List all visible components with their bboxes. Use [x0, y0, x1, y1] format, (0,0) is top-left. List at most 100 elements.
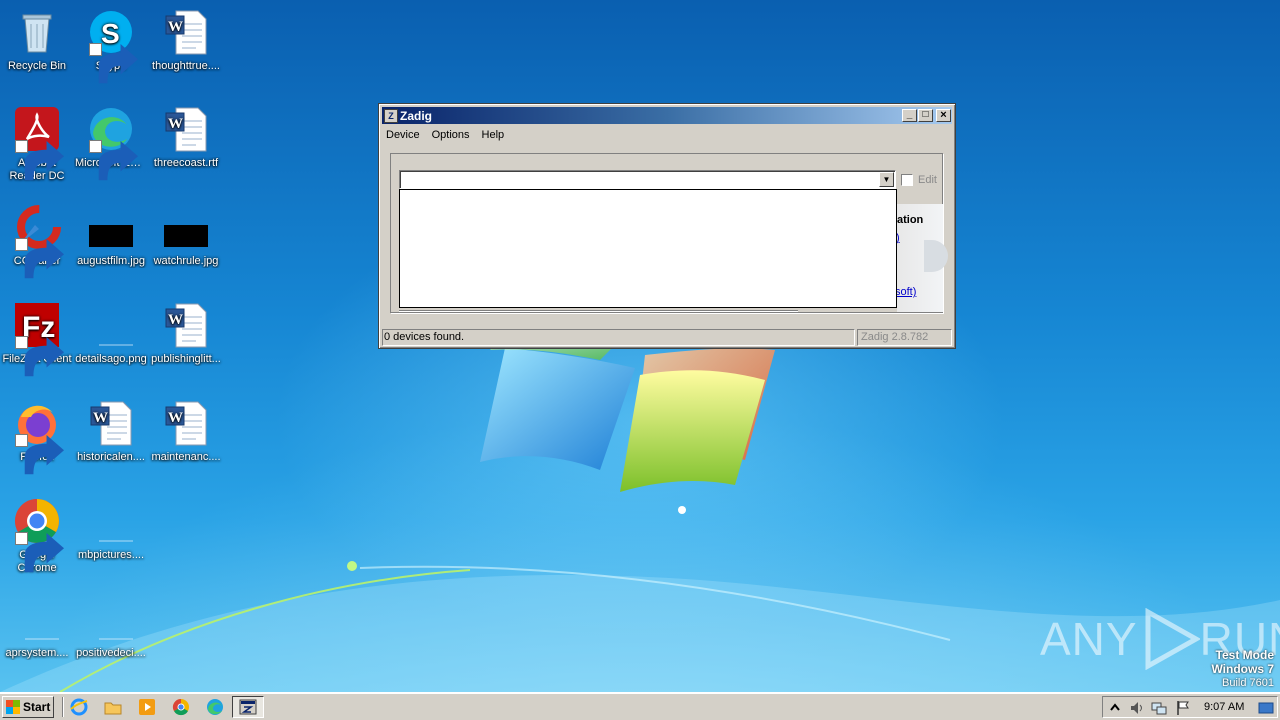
- zadig-window: Z Zadig _ □ × Device Options Help ation …: [378, 103, 956, 349]
- blank-file-icon: [87, 497, 135, 545]
- title-bar[interactable]: Z Zadig _ □ ×: [382, 107, 952, 124]
- desktop-icon-skype[interactable]: S Skype: [74, 8, 148, 84]
- desktop-icon-publishinglitt[interactable]: W publishinglitt...: [149, 301, 223, 366]
- desktop-icon-label: historicalen....: [77, 451, 145, 463]
- desktop-icon-firefox[interactable]: Firefox: [0, 399, 74, 475]
- zadig-taskbar-button[interactable]: [232, 696, 264, 718]
- shortcut-arrow-icon: [15, 532, 64, 573]
- image-file-icon: [87, 301, 135, 349]
- filezilla-icon: Fz: [13, 301, 64, 377]
- build-number-line: Build 7601: [1222, 677, 1274, 689]
- shortcut-arrow-icon: [89, 140, 138, 181]
- edge-taskbar-icon[interactable]: [206, 698, 224, 716]
- start-button[interactable]: Start: [2, 696, 54, 718]
- desktop-icon-threecoast[interactable]: W threecoast.rtf: [149, 105, 223, 170]
- menu-device[interactable]: Device: [382, 129, 424, 141]
- combo-dropdown-arrow[interactable]: ▼: [879, 172, 894, 187]
- device-select-combo[interactable]: ▼: [399, 170, 896, 189]
- svg-text:W: W: [168, 19, 183, 35]
- svg-text:W: W: [168, 312, 183, 328]
- image-file-icon: [87, 203, 135, 251]
- windows-version-line: Windows 7: [1211, 662, 1274, 676]
- shortcut-arrow-icon: [15, 434, 64, 475]
- desktop-icon-label: publishinglitt...: [151, 353, 221, 365]
- window-title: Zadig: [400, 108, 432, 123]
- status-version: Zadig 2.8.782: [857, 329, 952, 346]
- word-document-icon: W: [162, 8, 210, 56]
- blank-file-icon: [13, 595, 61, 643]
- network-icon[interactable]: [1151, 700, 1167, 716]
- shortcut-arrow-icon: [15, 238, 64, 279]
- shortcut-arrow-icon: [15, 140, 64, 181]
- file-explorer-icon[interactable]: [104, 698, 122, 716]
- word-document-icon: W: [162, 301, 210, 349]
- taskbar-separator: [62, 697, 64, 717]
- menu-bar: Device Options Help: [382, 126, 952, 144]
- media-player-icon[interactable]: [138, 698, 156, 716]
- system-tray: 9:07 AM: [1102, 696, 1278, 718]
- zadig-app-icon: [239, 699, 257, 715]
- close-button[interactable]: ×: [936, 109, 951, 122]
- desktop-icon-historicalen[interactable]: W historicalen....: [74, 399, 148, 464]
- svg-text:W: W: [93, 410, 108, 426]
- skype-icon: S: [87, 8, 138, 84]
- desktop-icon-mbpictures[interactable]: mbpictures....: [74, 497, 148, 562]
- action-center-flag-icon[interactable]: [1175, 700, 1191, 716]
- desktop-icon-aprsystem[interactable]: aprsystem....: [0, 595, 74, 660]
- edge-icon: [87, 105, 138, 181]
- status-device-count: 0 devices found.: [382, 329, 855, 346]
- desktop-icon-watchrule[interactable]: watchrule.jpg: [149, 203, 223, 268]
- desktop-icon-chrome[interactable]: Google Chrome: [0, 497, 74, 575]
- desktop-icon-filezilla[interactable]: Fz FileZilla Client: [0, 301, 74, 377]
- volume-icon[interactable]: [1129, 700, 1145, 716]
- desktop-icon-maintenanc[interactable]: W maintenanc....: [149, 399, 223, 464]
- word-document-icon: W: [162, 105, 210, 153]
- shortcut-arrow-icon: [15, 336, 64, 377]
- desktop-icon-recycle-bin[interactable]: Recycle Bin: [0, 8, 74, 73]
- desktop-icon-label: detailsago.png: [75, 353, 147, 365]
- desktop-icon-edge[interactable]: Microsoft Edge: [74, 105, 148, 181]
- windows-flag-icon: [6, 700, 20, 714]
- menu-help[interactable]: Help: [478, 129, 509, 141]
- clock[interactable]: 9:07 AM: [1204, 701, 1244, 713]
- driver-info-heading: ation: [897, 214, 924, 226]
- menu-options[interactable]: Options: [428, 129, 474, 141]
- edit-checkbox[interactable]: Edit: [901, 174, 937, 186]
- image-file-icon: [162, 203, 210, 251]
- start-label: Start: [23, 700, 51, 714]
- chrome-icon: [13, 497, 64, 573]
- desktop-icon-augustfilm[interactable]: augustfilm.jpg: [74, 203, 148, 268]
- desktop-icon-label: positivedeci....: [76, 647, 146, 659]
- minimize-button[interactable]: _: [902, 109, 917, 122]
- blank-file-icon: [87, 595, 135, 643]
- chrome-taskbar-icon[interactable]: [172, 698, 190, 716]
- recycle-bin-icon: [13, 8, 61, 56]
- maximize-button[interactable]: □: [918, 109, 933, 122]
- desktop-icon-label: Recycle Bin: [7, 60, 67, 72]
- device-dropdown-list[interactable]: [399, 189, 897, 308]
- internet-explorer-icon[interactable]: [70, 698, 88, 716]
- desktop-icon-ccleaner[interactable]: CCleaner: [0, 203, 74, 279]
- edit-checkbox-box[interactable]: [901, 174, 913, 186]
- test-mode-notice: Test Mode Windows 7 Build 7601: [1211, 648, 1274, 690]
- svg-text:W: W: [168, 116, 183, 132]
- info-panel-decoration: [924, 240, 948, 272]
- ccleaner-icon: [13, 203, 64, 279]
- test-mode-line: Test Mode: [1215, 648, 1274, 662]
- zadig-app-icon: Z: [384, 108, 398, 123]
- desktop-icon-label: threecoast.rtf: [153, 157, 219, 169]
- desktop-icon-thoughttrue[interactable]: W thoughttrue....: [149, 8, 223, 73]
- play-triangle-icon: [1145, 608, 1200, 670]
- show-hidden-icons-icon[interactable]: [1107, 700, 1123, 716]
- svg-text:W: W: [168, 410, 183, 426]
- desktop-icon-positivedeci[interactable]: positivedeci....: [74, 595, 148, 660]
- status-bar: 0 devices found. Zadig 2.8.782: [382, 329, 952, 346]
- word-document-icon: W: [162, 399, 210, 447]
- desktop-icon-label: augustfilm.jpg: [77, 255, 145, 267]
- desktop-icon-label: aprsystem....: [5, 647, 69, 659]
- desktop-icon-label: mbpictures....: [77, 549, 145, 561]
- vendor-info-link[interactable]: soft): [895, 286, 916, 298]
- desktop-icon-detailsago[interactable]: detailsago.png: [74, 301, 148, 366]
- desktop-icon-acrobat[interactable]: Acrobat Reader DC: [0, 105, 74, 183]
- show-desktop-icon[interactable]: [1258, 700, 1274, 716]
